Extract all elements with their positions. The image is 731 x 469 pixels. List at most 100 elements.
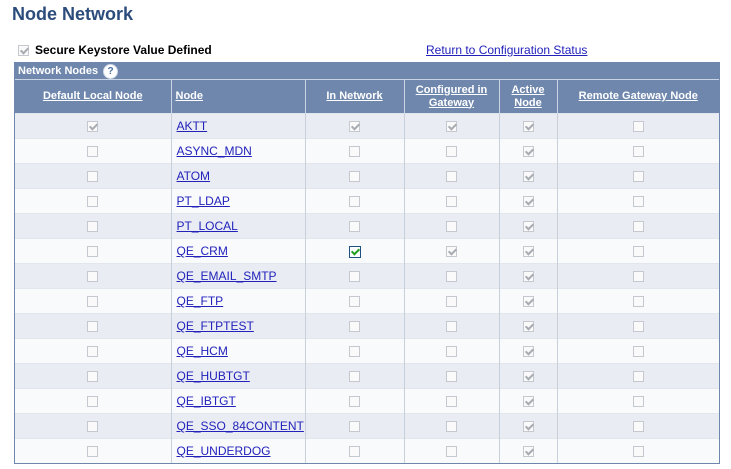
active-node-checkbox (522, 446, 534, 458)
default-local-node-cell (15, 338, 172, 364)
in-network-cell (305, 188, 405, 214)
active-node-checkbox (522, 196, 534, 208)
default-local-node-cell (15, 288, 172, 314)
node-link[interactable]: QE_HCM (177, 344, 228, 358)
in-network-checkbox (349, 321, 360, 333)
remote-gateway-node-cell (557, 113, 719, 139)
grid-title: Network Nodes (18, 65, 99, 77)
node-cell: ATOM (171, 163, 306, 189)
column-header-active-node[interactable]: Active Node (499, 79, 558, 114)
configured-in-gateway-checkbox (446, 321, 457, 333)
configured-in-gateway-checkbox (446, 246, 457, 258)
active-node-checkbox (522, 171, 534, 183)
table-row: QE_EMAIL_SMTP (15, 263, 719, 289)
remote-gateway-node-cell (557, 138, 719, 164)
remote-gateway-node-checkbox (632, 371, 644, 383)
remote-gateway-node-checkbox (632, 221, 644, 233)
table-row: ASYNC_MDN (15, 138, 719, 164)
configured-in-gateway-cell (404, 113, 500, 139)
in-network-cell (305, 163, 405, 189)
node-cell: AKTT (171, 113, 306, 139)
remote-gateway-node-checkbox (632, 146, 644, 158)
in-network-checkbox (349, 296, 360, 308)
configured-in-gateway-checkbox (446, 121, 457, 133)
configured-in-gateway-cell (404, 188, 500, 214)
table-row: QE_IBTGT (15, 388, 719, 414)
in-network-cell (305, 113, 405, 139)
node-link[interactable]: QE_CRM (177, 244, 228, 258)
active-node-checkbox (522, 271, 534, 283)
node-cell: QE_FTP (171, 288, 306, 314)
table-row: QE_HUBTGT (15, 363, 719, 389)
column-header-configured-in-gateway[interactable]: Configured in Gateway (404, 79, 500, 114)
in-network-cell (305, 213, 405, 239)
default-local-node-cell (15, 263, 172, 289)
remote-gateway-node-cell (557, 413, 719, 439)
table-row: AKTT (15, 113, 719, 139)
active-node-cell (499, 438, 558, 463)
in-network-cell (305, 363, 405, 389)
in-network-cell (305, 263, 405, 289)
node-link[interactable]: QE_FTPTEST (177, 319, 254, 333)
active-node-cell (499, 388, 558, 414)
default-local-node-checkbox (87, 171, 99, 183)
configured-in-gateway-checkbox (446, 346, 457, 358)
table-row: QE_SSO_84CONTENT (15, 413, 719, 439)
configured-in-gateway-checkbox (446, 271, 457, 283)
column-header-default-local-node[interactable]: Default Local Node (15, 79, 172, 114)
node-link[interactable]: QE_SSO_84CONTENT (177, 419, 304, 433)
node-cell: QE_HUBTGT (171, 363, 306, 389)
grid-title-bar: Network Nodes ? (15, 63, 719, 79)
help-icon[interactable]: ? (103, 63, 119, 79)
default-local-node-checkbox (87, 396, 99, 408)
active-node-cell (499, 363, 558, 389)
default-local-node-cell (15, 138, 172, 164)
node-link[interactable]: QE_HUBTGT (177, 369, 250, 383)
in-network-checkbox (349, 396, 360, 408)
configured-in-gateway-checkbox (446, 296, 457, 308)
column-header-in-network[interactable]: In Network (305, 79, 405, 114)
node-link[interactable]: QE_FTP (177, 294, 224, 308)
in-network-checkbox[interactable] (348, 245, 361, 258)
node-link[interactable]: AKTT (177, 119, 208, 133)
in-network-checkbox (349, 196, 360, 208)
configured-in-gateway-checkbox (446, 171, 457, 183)
node-link[interactable]: ATOM (177, 169, 211, 183)
remote-gateway-node-checkbox (632, 196, 644, 208)
in-network-cell (305, 438, 405, 463)
node-link[interactable]: PT_LDAP (177, 194, 230, 208)
node-link[interactable]: QE_IBTGT (177, 394, 236, 408)
remote-gateway-node-checkbox (632, 421, 644, 433)
table-row: QE_UNDERDOG (15, 438, 719, 463)
remote-gateway-node-cell (557, 238, 719, 264)
default-local-node-cell (15, 313, 172, 339)
configured-in-gateway-cell (404, 363, 500, 389)
default-local-node-checkbox (87, 446, 99, 458)
node-link[interactable]: QE_EMAIL_SMTP (177, 269, 277, 283)
active-node-cell (499, 263, 558, 289)
in-network-checkbox (349, 221, 360, 233)
column-header-remote-gateway-node[interactable]: Remote Gateway Node (557, 79, 719, 114)
configured-in-gateway-cell (404, 163, 500, 189)
in-network-cell (305, 288, 405, 314)
node-link[interactable]: QE_UNDERDOG (177, 444, 271, 458)
active-node-cell (499, 313, 558, 339)
in-network-cell (305, 413, 405, 439)
column-header-node[interactable]: Node (171, 79, 306, 114)
default-local-node-cell (15, 363, 172, 389)
in-network-cell (305, 388, 405, 414)
configured-in-gateway-cell (404, 213, 500, 239)
node-link[interactable]: ASYNC_MDN (177, 144, 252, 158)
return-to-configuration-status-link[interactable]: Return to Configuration Status (426, 43, 587, 57)
remote-gateway-node-cell (557, 213, 719, 239)
configured-in-gateway-cell (404, 338, 500, 364)
node-cell: QE_IBTGT (171, 388, 306, 414)
configured-in-gateway-cell (404, 413, 500, 439)
page-title: Node Network (12, 4, 134, 24)
node-link[interactable]: PT_LOCAL (177, 219, 238, 233)
node-cell: PT_LDAP (171, 188, 306, 214)
active-node-checkbox (522, 246, 534, 258)
remote-gateway-node-cell (557, 438, 719, 463)
remote-gateway-node-cell (557, 163, 719, 189)
table-row: ATOM (15, 163, 719, 189)
